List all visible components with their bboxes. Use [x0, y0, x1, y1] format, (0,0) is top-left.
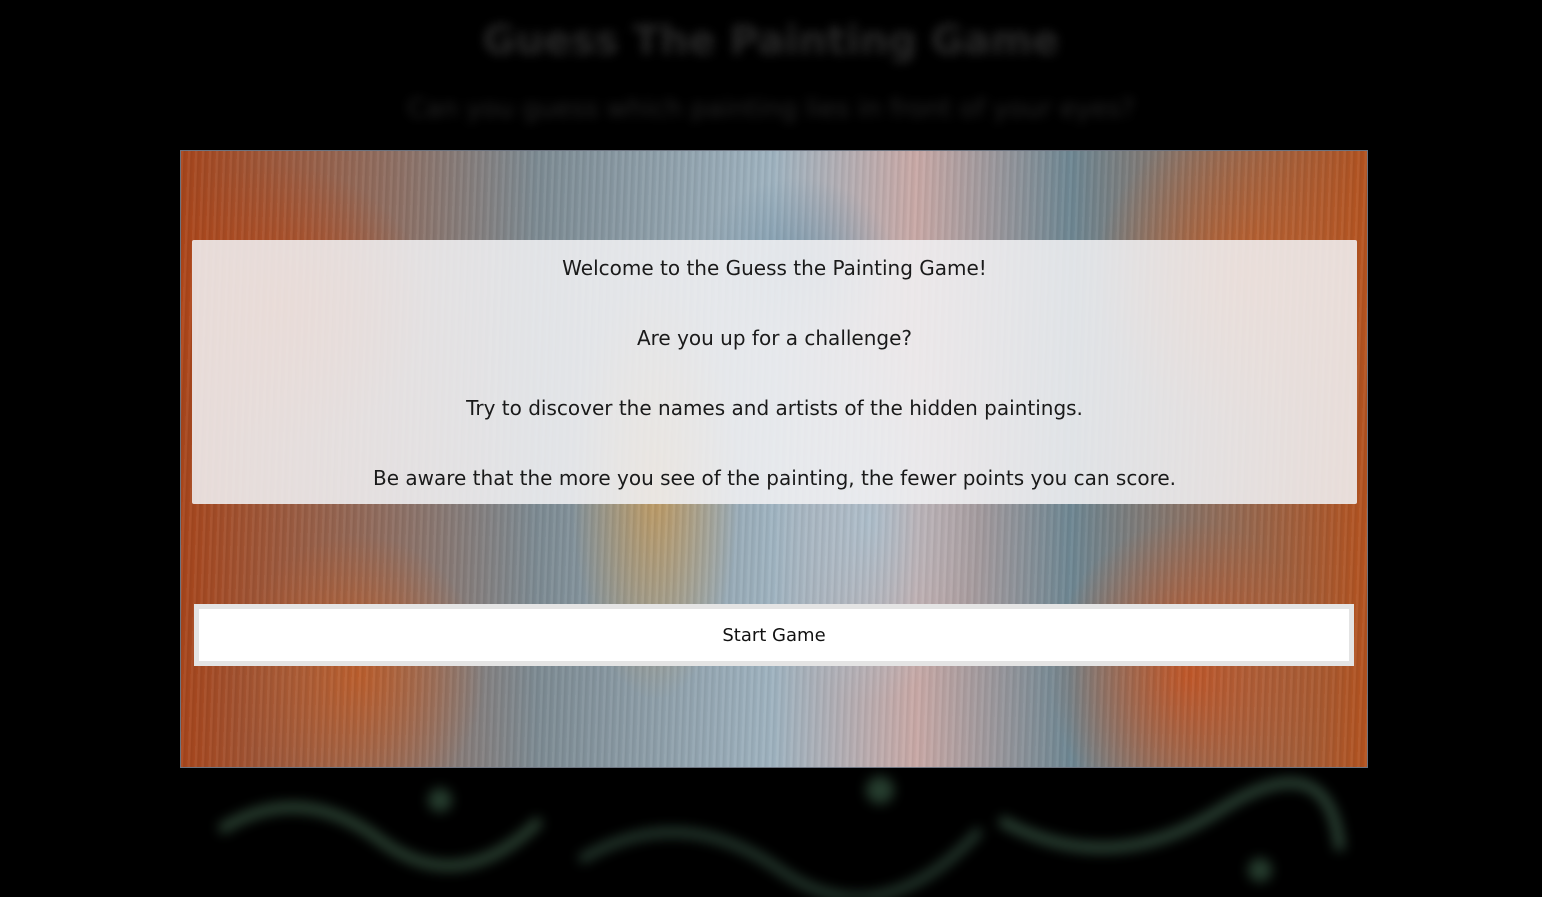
scoring-text: Be aware that the more you see of the pa… [372, 466, 1177, 490]
background-artwork [217, 776, 1345, 897]
instructions-text: Try to discover the names and artists of… [466, 396, 1083, 420]
welcome-text: Welcome to the Guess the Painting Game! [562, 256, 987, 280]
start-game-button[interactable]: Start Game [194, 604, 1354, 666]
intro-panel: Welcome to the Guess the Painting Game! … [192, 240, 1357, 504]
page-subtitle: Can you guess which painting lies in fro… [407, 94, 1135, 124]
page-title: Guess The Painting Game [482, 18, 1060, 64]
challenge-text: Are you up for a challenge? [636, 326, 913, 350]
welcome-modal: Welcome to the Guess the Painting Game! … [180, 150, 1368, 768]
